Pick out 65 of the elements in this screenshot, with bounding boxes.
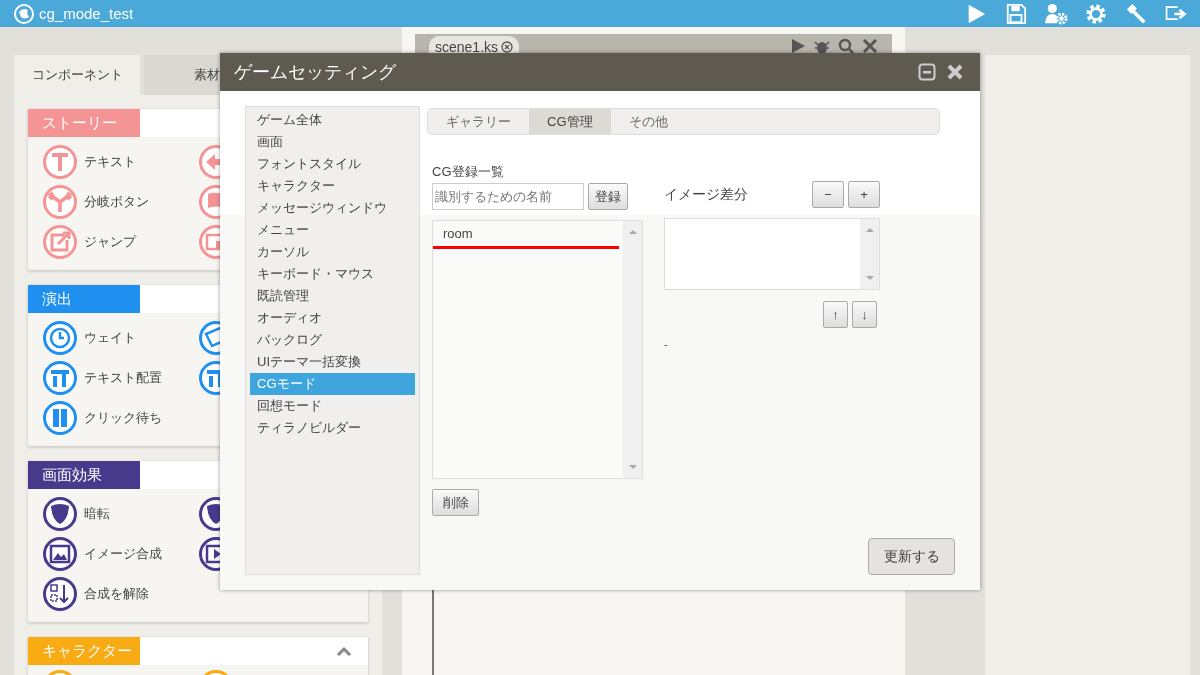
remove-button[interactable]: − (812, 181, 844, 208)
menu-item[interactable]: 既読管理 (250, 285, 415, 307)
component-label[interactable]: ウェイト (84, 329, 136, 347)
external-link-icon[interactable] (42, 224, 78, 260)
scroll-up-icon[interactable] (627, 229, 638, 235)
settings-tab[interactable]: その他 (610, 109, 686, 134)
menu-item[interactable]: 回想モード (250, 395, 415, 417)
menu-item[interactable]: メッセージウィンドウ (250, 197, 415, 219)
move-up-button[interactable]: ↑ (823, 301, 848, 328)
scroll-down-icon[interactable] (864, 275, 875, 281)
play-icon[interactable] (790, 37, 806, 54)
component-label[interactable]: ジャンプ (84, 233, 136, 251)
search-icon[interactable] (838, 37, 854, 54)
component-label[interactable]: テキスト配置 (84, 369, 162, 387)
note-text: - (664, 338, 669, 350)
component-label[interactable]: 合成を解除 (84, 585, 149, 603)
user-settings-icon[interactable] (1044, 2, 1068, 25)
close-icon[interactable] (862, 37, 878, 54)
section-label: CG登録一覧 (432, 163, 505, 181)
menu-item[interactable]: オーディオ (250, 307, 415, 329)
shield-icon[interactable] (42, 496, 78, 532)
scrollbar[interactable] (860, 219, 879, 289)
scroll-down-icon[interactable] (627, 464, 638, 470)
delete-button[interactable]: 削除 (432, 489, 479, 516)
scrollbar[interactable] (623, 221, 642, 478)
settings-icon[interactable] (1084, 2, 1108, 25)
menu-item[interactable]: バックログ (250, 329, 415, 351)
settings-tab[interactable]: ギャラリー (428, 109, 529, 134)
add-button[interactable]: + (848, 181, 880, 208)
component-label[interactable]: イメージ合成 (84, 545, 162, 563)
menu-item[interactable]: 画面 (250, 131, 415, 153)
component-label[interactable]: クリック待ち (84, 409, 162, 427)
component-label[interactable]: 暗転 (84, 505, 110, 523)
hammer-icon[interactable] (1124, 2, 1148, 25)
list-item[interactable]: room (433, 224, 623, 243)
menu-item[interactable]: ゲーム全体 (250, 109, 415, 131)
category-title[interactable]: 画面効果 (28, 461, 140, 489)
image-icon[interactable] (42, 536, 78, 572)
pause-icon[interactable] (42, 400, 78, 436)
name-field[interactable]: 識別するための名前 (432, 183, 584, 210)
menu-item[interactable]: キャラクター (250, 175, 415, 197)
section-label: イメージ差分 (664, 185, 748, 204)
menu-item[interactable]: カーソル (250, 241, 415, 263)
logo-icon (14, 3, 34, 24)
update-button[interactable]: 更新する (868, 538, 955, 575)
register-button[interactable]: 登録 (588, 183, 628, 210)
caret-up-icon[interactable] (336, 646, 352, 656)
text-position-icon[interactable] (42, 360, 78, 396)
menu-item[interactable]: UIテーマ一括変換 (250, 351, 415, 373)
component-label[interactable]: テキスト (84, 153, 136, 171)
panel-tab[interactable]: コンポーネント (14, 55, 140, 95)
move-down-button[interactable]: ↓ (852, 301, 877, 328)
project-title: cg_mode_test (39, 5, 134, 22)
close-icon[interactable] (501, 40, 514, 53)
letter-t-icon[interactable] (42, 144, 78, 180)
clock-icon[interactable] (42, 320, 78, 356)
save-icon[interactable] (1004, 2, 1028, 25)
menu-item[interactable]: キーボード・マウス (250, 263, 415, 285)
menu-item[interactable]: ティラノビルダー (250, 417, 415, 439)
settings-tab[interactable]: CG管理 (529, 109, 611, 134)
menu-item[interactable]: メニュー (250, 219, 415, 241)
scroll-up-icon[interactable] (864, 227, 875, 233)
minimize-icon[interactable] (918, 63, 936, 81)
menu-item[interactable]: フォントスタイル (250, 153, 415, 175)
component-label[interactable]: 分岐ボタン (84, 193, 149, 211)
